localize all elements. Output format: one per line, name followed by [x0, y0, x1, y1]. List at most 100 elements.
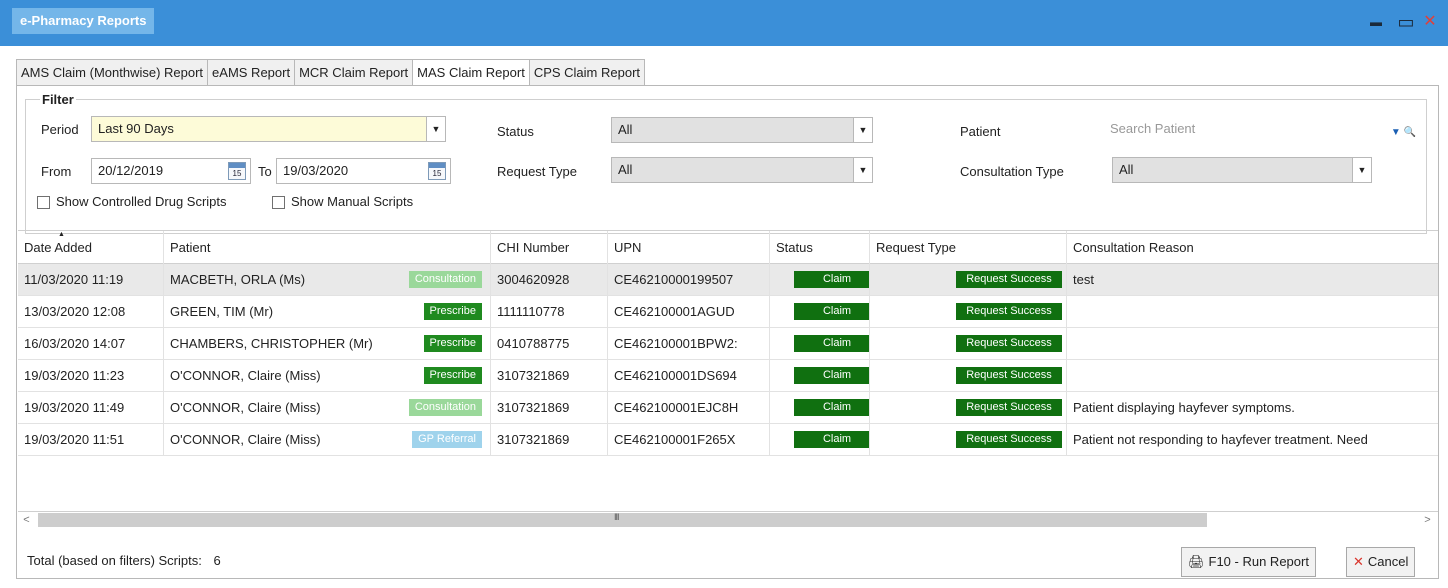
- to-date-value: 19/03/2020: [283, 163, 349, 178]
- status-label: Status: [497, 124, 534, 139]
- dropdown-arrow-icon: ▼: [1352, 158, 1371, 182]
- consultation-type-badge: Prescribe: [423, 303, 482, 320]
- column-header-upn[interactable]: UPN: [608, 231, 770, 264]
- cell-status: Claim: [770, 360, 870, 392]
- cell-request: Request Success: [870, 264, 1067, 296]
- manual-scripts-label: Show Manual Scripts: [291, 194, 414, 209]
- tab-mcr-claim-report[interactable]: MCR Claim Report: [294, 59, 413, 86]
- column-header-patient[interactable]: Patient: [164, 231, 491, 264]
- cell-reason: Patient displaying hayfever symptoms.: [1073, 400, 1295, 415]
- table-row[interactable]: 13/03/2020 12:08 GREEN, TIM (Mr) Prescribe…: [18, 296, 1438, 328]
- status-badge: Claim: [794, 431, 869, 448]
- horizontal-scrollbar[interactable]: < III >: [18, 511, 1438, 528]
- request-type-badge: Request Success: [956, 431, 1062, 448]
- cell-request: Request Success: [870, 296, 1067, 328]
- report-tabs: AMS Claim (Monthwise) Report eAMS Report…: [16, 59, 646, 87]
- search-icon[interactable]: ▼ 🔍: [1391, 121, 1416, 143]
- consultation-type-badge: Consultation: [408, 271, 482, 288]
- cell-date: 16/03/2020 14:07: [18, 328, 164, 360]
- scroll-right-icon[interactable]: >: [1419, 512, 1436, 528]
- cell-upn: CE462100001F265X: [608, 424, 770, 456]
- cell-reason: [1067, 328, 1438, 360]
- consultation-type-badge: Prescribe: [423, 367, 482, 384]
- cell-date: 13/03/2020 12:08: [18, 296, 164, 328]
- cell-reason: [1067, 296, 1438, 328]
- from-date-value: 20/12/2019: [98, 163, 164, 178]
- column-header-consultation-reason[interactable]: Consultation Reason: [1067, 231, 1438, 264]
- total-scripts-count: 6: [213, 553, 221, 568]
- status-select[interactable]: All ▼: [611, 117, 873, 143]
- cell-chi: 0410788775: [491, 328, 608, 360]
- cell-request: Request Success: [870, 424, 1067, 456]
- cell-patient: O'CONNOR, Claire (Miss) GP Referral: [164, 424, 491, 456]
- tab-ams-claim-monthwise[interactable]: AMS Claim (Monthwise) Report: [16, 59, 208, 86]
- dropdown-arrow-icon: ▼: [426, 117, 445, 141]
- request-type-select[interactable]: All ▼: [611, 157, 873, 183]
- column-header-status[interactable]: Status: [770, 231, 870, 264]
- table-row[interactable]: 11/03/2020 11:19 MACBETH, ORLA (Ms) Consul…: [18, 264, 1438, 296]
- claims-grid: ▲ Date Added Patient CHI Number UPN Stat…: [18, 230, 1438, 522]
- title-bar: e-Pharmacy Reports ▬ ▭ ✕: [0, 0, 1448, 46]
- status-badge: Claim: [794, 367, 869, 384]
- cancel-button[interactable]: ✕ Cancel: [1346, 547, 1416, 577]
- cell-chi: 3004620928: [491, 264, 608, 296]
- patient-search-input[interactable]: Search Patient ▼ 🔍: [1104, 117, 1420, 143]
- cell-upn: CE46210000199507: [608, 264, 770, 296]
- request-type-value: All: [618, 162, 633, 177]
- manual-scripts-checkbox[interactable]: [272, 196, 285, 209]
- sort-up-icon: ▲: [58, 231, 65, 238]
- to-date-field[interactable]: 19/03/2020 15: [276, 158, 451, 184]
- total-scripts-summary: Total (based on filters) Scripts: 6: [27, 553, 221, 568]
- tab-mas-claim-report[interactable]: MAS Claim Report: [412, 59, 529, 87]
- request-type-badge: Request Success: [956, 335, 1062, 352]
- status-value: All: [618, 122, 633, 137]
- calendar-icon[interactable]: 15: [228, 162, 246, 180]
- filter-legend: Filter: [40, 92, 76, 107]
- table-row[interactable]: 19/03/2020 11:51 O'CONNOR, Claire (Miss) G…: [18, 424, 1438, 456]
- period-select[interactable]: Last 90 Days ▼: [91, 116, 446, 142]
- cell-status: Claim: [770, 392, 870, 424]
- scrollbar-thumb[interactable]: III: [38, 512, 1207, 527]
- scroll-left-icon[interactable]: <: [18, 512, 35, 528]
- consultation-type-select[interactable]: All ▼: [1112, 157, 1372, 183]
- patient-name: MACBETH, ORLA (Ms): [170, 272, 306, 287]
- consultation-type-badge: Prescribe: [423, 335, 482, 352]
- cell-upn: CE462100001BPW2:: [608, 328, 770, 360]
- close-icon[interactable]: ✕: [1420, 12, 1440, 32]
- cell-patient: O'CONNOR, Claire (Miss) Consultation: [164, 392, 491, 424]
- column-header-date-added[interactable]: ▲ Date Added: [18, 231, 164, 264]
- request-type-badge: Request Success: [956, 303, 1062, 320]
- cell-upn: CE462100001EJC8H: [608, 392, 770, 424]
- cell-reason: [1067, 360, 1438, 392]
- to-label: To: [258, 164, 272, 179]
- consultation-type-label: Consultation Type: [960, 164, 1064, 179]
- run-report-button[interactable]: 🖨 F10 - Run Report: [1181, 547, 1316, 577]
- cell-patient: MACBETH, ORLA (Ms) Consultation: [164, 264, 491, 296]
- column-header-chi-number[interactable]: CHI Number: [491, 231, 608, 264]
- table-row[interactable]: 19/03/2020 11:49 O'CONNOR, Claire (Miss) C…: [18, 392, 1438, 424]
- minimize-icon[interactable]: ▬: [1366, 12, 1386, 32]
- calendar-icon[interactable]: 15: [428, 162, 446, 180]
- consultation-type-badge: GP Referral: [412, 431, 482, 448]
- controlled-drug-checkbox[interactable]: [37, 196, 50, 209]
- grid-header: ▲ Date Added Patient CHI Number UPN Stat…: [18, 231, 1438, 264]
- column-header-request-type[interactable]: Request Type: [870, 231, 1067, 264]
- maximize-icon[interactable]: ▭: [1396, 12, 1416, 32]
- tab-eams-report[interactable]: eAMS Report: [207, 59, 295, 86]
- consultation-type-value: All: [1119, 162, 1134, 177]
- cell-request: Request Success: [870, 392, 1067, 424]
- cell-status: Claim: [770, 328, 870, 360]
- dropdown-arrow-icon: ▼: [853, 118, 872, 142]
- period-value: Last 90 Days: [98, 121, 174, 136]
- cell-status: Claim: [770, 264, 870, 296]
- tab-cps-claim-report[interactable]: CPS Claim Report: [528, 59, 646, 86]
- patient-name: CHAMBERS, CHRISTOPHER (Mr): [170, 336, 373, 351]
- table-row[interactable]: 19/03/2020 11:23 O'CONNOR, Claire (Miss) P…: [18, 360, 1438, 392]
- window-title: e-Pharmacy Reports: [12, 8, 155, 34]
- cell-status: Claim: [770, 424, 870, 456]
- from-date-field[interactable]: 20/12/2019 15: [91, 158, 251, 184]
- patient-search-placeholder: Search Patient: [1110, 121, 1196, 136]
- patient-label: Patient: [960, 124, 1001, 139]
- table-row[interactable]: 16/03/2020 14:07 CHAMBERS, CHRISTOPHER (M…: [18, 328, 1438, 360]
- cell-reason: Patient not responding to hayfever treat…: [1073, 432, 1368, 447]
